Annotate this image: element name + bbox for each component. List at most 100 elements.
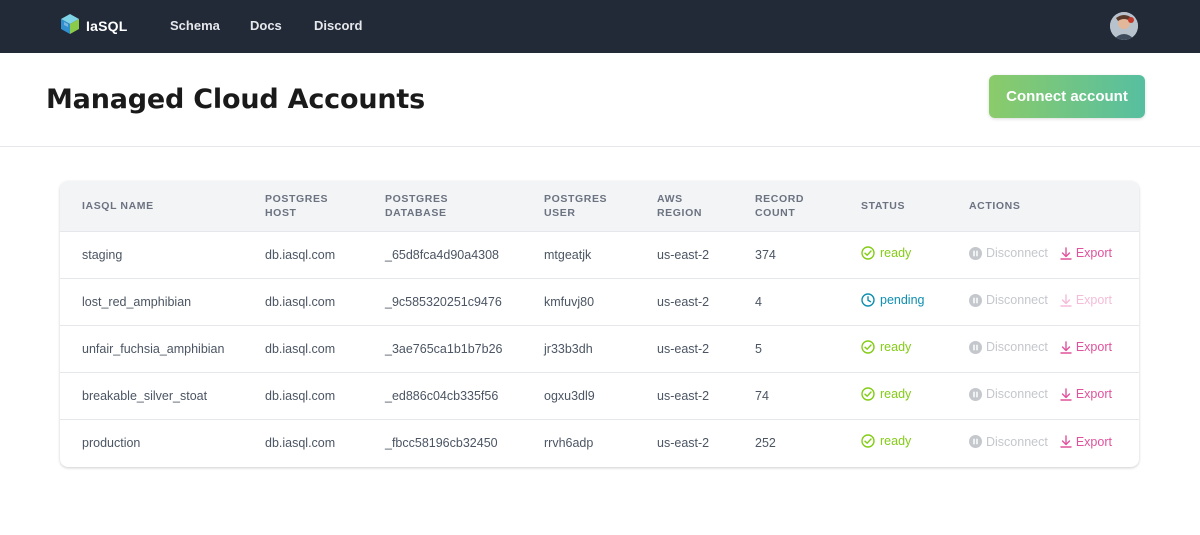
cell-postgres-user: ogxu3dl9	[544, 388, 595, 403]
download-icon	[1060, 435, 1072, 448]
cell-postgres-user: rrvh6adp	[544, 435, 594, 450]
cell-record-count: 252	[755, 435, 776, 450]
column-header-actions: ACTIONS	[969, 199, 1021, 212]
export-label: Export	[1075, 434, 1112, 449]
status-label: ready	[880, 434, 912, 449]
disconnect-label: Disconnect	[986, 387, 1048, 402]
cell-aws-region: us-east-2	[657, 388, 710, 403]
cell-iasql-name: production	[82, 435, 141, 450]
column-header-postgres-database: POSTGRES DATABASE	[385, 192, 449, 219]
cell-postgres-host: db.iasql.com	[265, 294, 336, 309]
column-header-aws-region: AWS REGION	[657, 192, 703, 219]
disconnect-button[interactable]: Disconnect	[969, 293, 1048, 307]
export-button[interactable]: Export	[1060, 246, 1112, 260]
cell-record-count: 74	[755, 388, 769, 403]
download-icon	[1060, 341, 1072, 354]
disconnect-button[interactable]: Disconnect	[969, 246, 1048, 260]
nav-link-docs[interactable]: Docs	[250, 18, 282, 33]
table-row: lost_red_amphibian db.iasql.com _9c5853202…	[60, 278, 1139, 325]
export-button[interactable]: Export	[1060, 387, 1112, 401]
download-icon	[1060, 388, 1072, 401]
disconnect-button[interactable]: Disconnect	[969, 387, 1048, 401]
check-circle-icon	[861, 340, 875, 354]
export-label: Export	[1075, 293, 1112, 308]
status-label: ready	[880, 246, 912, 260]
status-badge: ready	[861, 246, 911, 260]
cell-postgres-user: mtgeatjk	[544, 247, 592, 262]
brand[interactable]: IaSQL	[60, 13, 128, 40]
cell-status: ready	[861, 419, 969, 466]
export-button[interactable]: Export	[1060, 435, 1112, 449]
check-circle-icon	[861, 246, 875, 260]
cell-postgres-database: _65d8fca4d90a4308	[385, 247, 500, 262]
export-button[interactable]: Export	[1060, 340, 1112, 354]
status-badge: ready	[861, 387, 911, 401]
cell-aws-region: us-east-2	[657, 435, 710, 450]
export-label: Export	[1075, 387, 1112, 402]
column-header-postgres-user: POSTGRES USER	[544, 192, 608, 219]
status-label: pending	[880, 293, 925, 307]
status-badge: pending	[861, 293, 925, 307]
status-label: ready	[880, 340, 912, 354]
page-title: Managed Cloud Accounts	[46, 84, 425, 115]
page-header: Managed Cloud Accounts Connect account	[0, 53, 1200, 147]
cell-record-count: 5	[755, 341, 762, 356]
top-navbar: IaSQL Schema Docs Discord	[0, 0, 1200, 53]
cell-status: pending	[861, 278, 969, 325]
nav-link-discord[interactable]: Discord	[314, 18, 362, 33]
cell-iasql-name: lost_red_amphibian	[82, 294, 192, 309]
cell-iasql-name: unfair_fuchsia_amphibian	[82, 341, 225, 356]
cell-postgres-host: db.iasql.com	[265, 388, 336, 403]
cell-aws-region: us-east-2	[657, 247, 710, 262]
check-circle-icon	[861, 434, 875, 448]
check-circle-icon	[861, 387, 875, 401]
column-header-record-count: RECORD COUNT	[755, 192, 805, 219]
table-header-row: IASQL NAME POSTGRES HOST POSTGRES DATABASE…	[60, 181, 1139, 231]
iasql-logo-icon	[60, 13, 80, 40]
cell-postgres-user: jr33b3dh	[544, 341, 593, 356]
table-row: production db.iasql.com _fbcc58196cb32450 r…	[60, 419, 1139, 466]
disconnect-button[interactable]: Disconnect	[969, 435, 1048, 449]
cell-actions: Disconnect Export	[969, 231, 1139, 278]
export-button[interactable]: Export	[1060, 293, 1112, 307]
column-header-postgres-host: POSTGRES HOST	[265, 192, 329, 219]
accounts-table-body: staging db.iasql.com _65d8fca4d90a4308 mtge…	[60, 231, 1139, 466]
cell-postgres-database: _9c585320251c9476	[385, 294, 502, 309]
cell-iasql-name: breakable_silver_stoat	[82, 388, 208, 403]
clock-icon	[861, 293, 875, 307]
cell-status: ready	[861, 325, 969, 372]
table-row: breakable_silver_stoat db.iasql.com _ed886…	[60, 372, 1139, 419]
pause-circle-icon	[969, 340, 982, 354]
pause-circle-icon	[969, 293, 982, 307]
accounts-table-card: IASQL NAME POSTGRES HOST POSTGRES DATABASE…	[60, 181, 1139, 467]
cell-aws-region: us-east-2	[657, 341, 710, 356]
disconnect-label: Disconnect	[986, 434, 1048, 449]
pause-circle-icon	[969, 435, 982, 448]
cell-postgres-host: db.iasql.com	[265, 435, 336, 450]
cell-actions: Disconnect Export	[969, 325, 1139, 372]
export-label: Export	[1075, 246, 1112, 261]
cell-postgres-database: _fbcc58196cb32450	[385, 435, 498, 450]
disconnect-button[interactable]: Disconnect	[969, 340, 1048, 354]
accounts-table: IASQL NAME POSTGRES HOST POSTGRES DATABASE…	[60, 181, 1139, 466]
cell-actions: Disconnect Export	[969, 419, 1139, 466]
column-header-status: STATUS	[861, 199, 906, 212]
cell-record-count: 374	[755, 247, 776, 262]
cell-postgres-database: _ed886c04cb335f56	[385, 388, 499, 403]
pause-circle-icon	[969, 246, 982, 260]
cell-actions: Disconnect Export	[969, 372, 1139, 419]
cell-postgres-user: kmfuvj80	[544, 294, 595, 309]
cell-status: ready	[861, 231, 969, 278]
table-row: unfair_fuchsia_amphibian db.iasql.com _3ae…	[60, 325, 1139, 372]
nav-link-schema[interactable]: Schema	[170, 18, 220, 33]
cell-postgres-host: db.iasql.com	[265, 341, 336, 356]
cell-aws-region: us-east-2	[657, 294, 710, 309]
status-label: ready	[880, 387, 912, 401]
disconnect-label: Disconnect	[986, 340, 1048, 355]
export-label: Export	[1075, 340, 1112, 355]
brand-name: IaSQL	[86, 18, 128, 34]
connect-account-button[interactable]: Connect account	[989, 75, 1145, 118]
download-icon	[1060, 247, 1072, 260]
user-avatar[interactable]	[1110, 12, 1138, 40]
cell-actions: Disconnect Export	[969, 278, 1139, 325]
